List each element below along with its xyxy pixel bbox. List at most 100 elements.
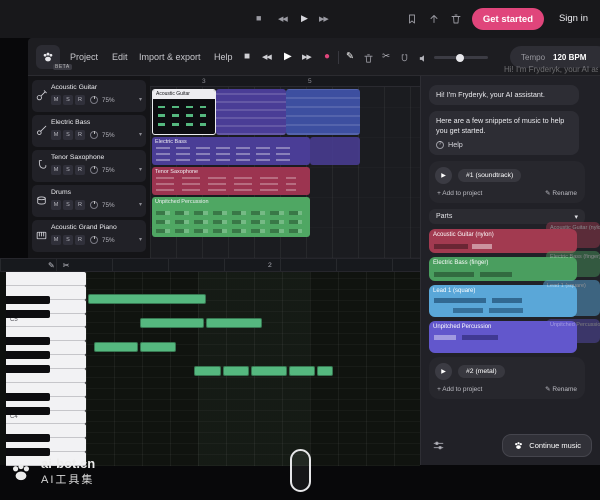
piano-key-black[interactable]	[6, 310, 50, 318]
add-to-project-button[interactable]: + Add to project	[437, 190, 482, 197]
share-icon[interactable]	[428, 12, 440, 30]
midi-note[interactable]	[223, 366, 249, 376]
snippet-play-button[interactable]: ▶	[435, 167, 452, 184]
clip-electric-bass-tail[interactable]	[310, 137, 360, 165]
forward-icon[interactable]: ▶▶	[319, 15, 328, 23]
clip-electric-bass[interactable]: Electric Bass	[152, 137, 310, 165]
rewind-transport-icon[interactable]: ◀◀	[262, 53, 271, 61]
parts-toggle[interactable]: Parts ▾	[429, 209, 585, 224]
record-arm-button[interactable]: R	[75, 200, 85, 210]
continue-music-button[interactable]: Continue music	[502, 434, 592, 457]
pencil-icon[interactable]: ✎	[346, 51, 354, 62]
solo-button[interactable]: S	[63, 95, 73, 105]
record-arm-button[interactable]: R	[75, 95, 85, 105]
play-icon[interactable]: ▶	[301, 13, 308, 24]
sign-in-link[interactable]: Sign in	[559, 13, 588, 24]
part-chip-electric-bass[interactable]: Electric Bass (finger)	[429, 257, 577, 281]
menu-import-export[interactable]: Import & export	[139, 52, 201, 62]
volume-slider[interactable]	[434, 56, 488, 59]
rename-button[interactable]: ✎ Rename	[545, 189, 577, 197]
volume-knob[interactable]	[90, 166, 98, 174]
midi-note[interactable]	[94, 342, 138, 352]
volume-knob[interactable]	[90, 201, 98, 209]
stop-transport-icon[interactable]: ■	[244, 51, 250, 62]
mute-button[interactable]: M	[51, 165, 61, 175]
record-arm-button[interactable]: R	[75, 165, 85, 175]
midi-note[interactable]	[289, 366, 315, 376]
track-caret-icon[interactable]: ▾	[139, 131, 142, 138]
piano-grid[interactable]	[86, 272, 420, 466]
sliders-icon[interactable]	[429, 437, 447, 455]
track-caret-icon[interactable]: ▾	[139, 166, 142, 173]
midi-note[interactable]	[317, 366, 333, 376]
volume-knob[interactable]	[90, 236, 98, 244]
piano-roll-ruler[interactable]: ✎ ✂ 2	[0, 259, 420, 272]
record-icon[interactable]: ●	[324, 51, 330, 62]
mute-button[interactable]: M	[51, 235, 61, 245]
mute-button[interactable]: M	[51, 130, 61, 140]
trash-icon[interactable]	[450, 12, 462, 30]
clip-unpitched-percussion[interactable]: Unpitched Percussion	[152, 197, 310, 237]
scissors-icon[interactable]: ✂	[63, 261, 70, 270]
menu-edit[interactable]: Edit	[112, 52, 128, 62]
menu-project[interactable]: Project	[70, 52, 98, 62]
delete-icon[interactable]	[363, 51, 374, 69]
arrangement-timeline[interactable]: 3 5 Acoustic Guitar Electric Bass Tenor …	[150, 76, 420, 258]
track-caret-icon[interactable]: ▾	[139, 96, 142, 103]
piano-key-black[interactable]	[6, 448, 50, 456]
volume-icon[interactable]	[418, 51, 429, 69]
clip-purple-region[interactable]	[216, 89, 286, 135]
volume-knob[interactable]	[90, 96, 98, 104]
midi-note[interactable]	[251, 366, 287, 376]
add-to-project-button[interactable]: + Add to project	[437, 386, 482, 393]
part-chip-lead-1[interactable]: Lead 1 (square)	[429, 285, 577, 317]
piano-key-black[interactable]	[6, 434, 50, 442]
piano-key-black[interactable]	[6, 393, 50, 401]
play-transport-icon[interactable]: ▶	[284, 51, 292, 62]
clip-tenor-saxophone[interactable]: Tenor Saxophone	[152, 167, 310, 195]
mute-button[interactable]: M	[51, 95, 61, 105]
part-chip-unpitched-percussion[interactable]: Unpitched Percussion	[429, 321, 577, 353]
rewind-icon[interactable]: ◀◀	[278, 15, 287, 23]
track-tenor-saxophone[interactable]: Tenor Saxophone M S R 75% ▾	[32, 150, 146, 182]
midi-note[interactable]	[206, 318, 262, 328]
pencil-icon[interactable]: ✎	[48, 261, 55, 270]
stop-icon[interactable]: ■	[256, 13, 261, 23]
clip-indigo-region[interactable]	[286, 89, 360, 135]
record-arm-button[interactable]: R	[75, 130, 85, 140]
pin-icon[interactable]	[406, 12, 418, 30]
snippet-play-button[interactable]: ▶	[435, 363, 452, 380]
midi-note[interactable]	[140, 342, 176, 352]
record-arm-button[interactable]: R	[75, 235, 85, 245]
magnet-icon[interactable]	[399, 51, 410, 69]
midi-note[interactable]	[140, 318, 204, 328]
forward-transport-icon[interactable]: ▶▶	[302, 53, 311, 61]
midi-note[interactable]	[194, 366, 221, 376]
solo-button[interactable]: S	[63, 165, 73, 175]
piano-key-black[interactable]	[6, 407, 50, 415]
part-chip-acoustic-guitar[interactable]: Acoustic Guitar (nylon)	[429, 229, 577, 253]
piano-key-white[interactable]	[6, 272, 86, 286]
help-link[interactable]: ? Help	[436, 140, 572, 150]
volume-slider-knob[interactable]	[456, 54, 464, 62]
solo-button[interactable]: S	[63, 200, 73, 210]
rename-button[interactable]: ✎ Rename	[545, 385, 577, 393]
solo-button[interactable]: S	[63, 130, 73, 140]
volume-knob[interactable]	[90, 131, 98, 139]
midi-note[interactable]	[88, 294, 206, 304]
solo-button[interactable]: S	[63, 235, 73, 245]
piano-key-black[interactable]	[6, 365, 50, 373]
piano-key-black[interactable]	[6, 296, 50, 304]
clip-acoustic-guitar[interactable]: Acoustic Guitar	[152, 89, 216, 135]
piano-roll[interactable]: ✎ ✂ 2 C5C4	[0, 258, 420, 465]
scissors-icon[interactable]: ✂	[382, 51, 390, 62]
piano-key-black[interactable]	[6, 337, 50, 345]
track-caret-icon[interactable]: ▾	[139, 236, 142, 243]
track-drums[interactable]: Drums M S R 75% ▾	[32, 185, 146, 217]
piano-key-black[interactable]	[6, 351, 50, 359]
get-started-button[interactable]: Get started	[472, 8, 544, 30]
track-acoustic-guitar[interactable]: Acoustic Guitar M S R 75% ▾	[32, 80, 146, 112]
mute-button[interactable]: M	[51, 200, 61, 210]
track-electric-bass[interactable]: Electric Bass M S R 75% ▾	[32, 115, 146, 147]
track-acoustic-grand-piano[interactable]: Acoustic Grand Piano M S R 75% ▾	[32, 220, 146, 252]
